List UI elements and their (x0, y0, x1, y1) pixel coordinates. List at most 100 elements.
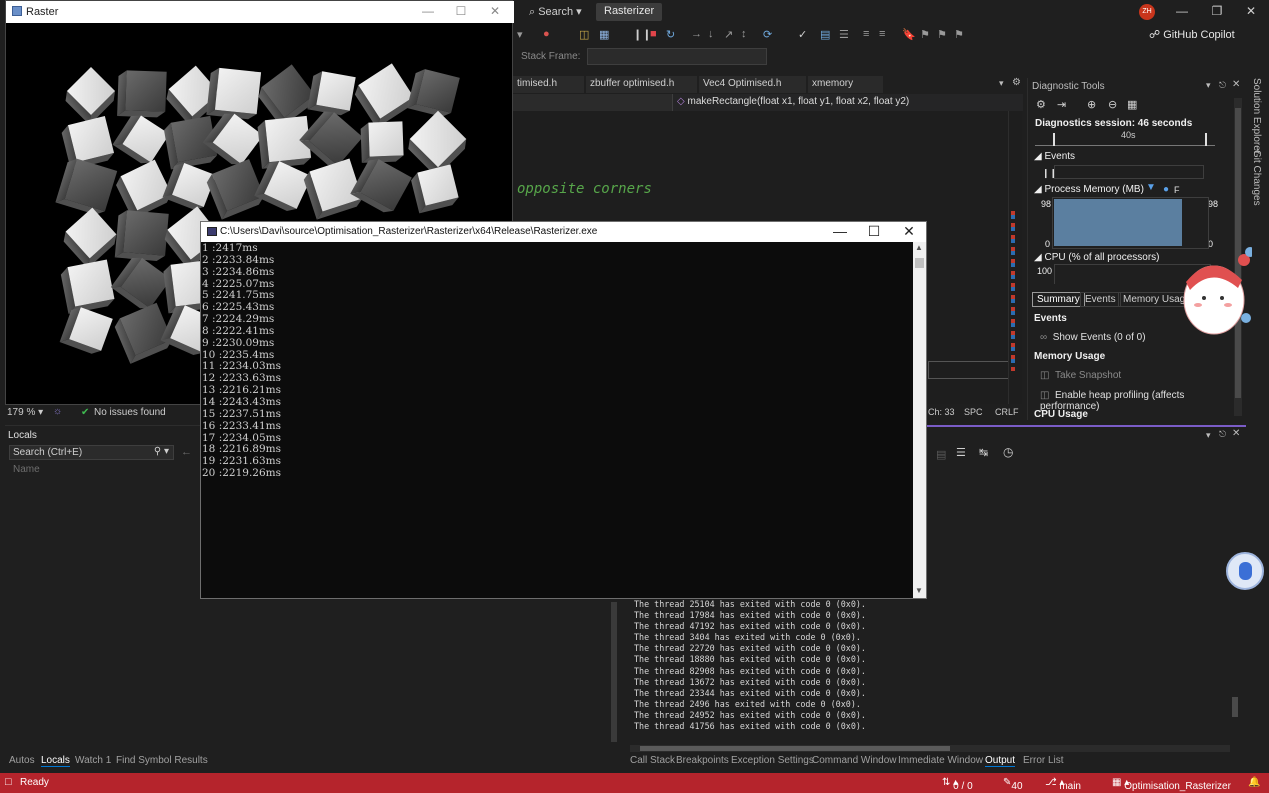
zoom-in-icon[interactable]: ⊕ (1087, 98, 1096, 111)
issues-status[interactable]: No issues found (94, 407, 166, 418)
step-out-icon[interactable]: ↗ (724, 28, 733, 41)
restore-icon[interactable]: ❐ (1202, 4, 1232, 18)
stack-frame-dropdown[interactable] (587, 48, 767, 65)
raster-maximize-icon[interactable]: ☐ (446, 4, 476, 18)
zoom-out-icon[interactable]: ⊖ (1108, 98, 1117, 111)
tab-vec4-optimised-h[interactable]: Vec4 Optimised.h (699, 76, 807, 93)
bookmark-clear-icon[interactable]: ⚑ (954, 28, 964, 41)
find-box[interactable] (928, 361, 1010, 379)
edits-indicator[interactable]: ✎ 40 (1003, 777, 1023, 792)
window-icon[interactable]: ▦ (599, 28, 609, 41)
output-find-icon[interactable]: ▤ (936, 448, 946, 461)
indent-icon[interactable]: ≡ (863, 28, 869, 40)
tab-summary[interactable]: Summary (1032, 292, 1085, 307)
tab-zbuffer-optimised-h[interactable]: zbuffer optimised.h (586, 76, 698, 93)
branch-selector[interactable]: ⎇ main ▴ (1045, 777, 1081, 792)
floating-mouse-widget[interactable] (1226, 552, 1264, 590)
output-dropdown-icon[interactable]: ▾ (1206, 430, 1211, 441)
tab-settings-icon[interactable]: ⚙ (1012, 77, 1021, 88)
output-v-thumb[interactable] (1232, 697, 1238, 717)
step-over-icon[interactable]: → (691, 28, 702, 40)
step-back-icon[interactable]: ↕ (741, 28, 747, 40)
minimize-icon[interactable]: — (1167, 4, 1197, 18)
scroll-down-icon[interactable]: ▼ (915, 586, 923, 595)
timestamp-icon[interactable]: ◷ (1003, 445, 1013, 459)
editor-scrollbar[interactable] (1008, 111, 1022, 406)
process-memory-header[interactable]: ◢ Process Memory (MB) (1034, 184, 1144, 195)
check-icon[interactable]: ✓ (798, 28, 807, 41)
search-icon[interactable]: ⚲ ▾ (154, 446, 169, 457)
console-window[interactable]: C:\Users\Davi\source\Optimisation_Raster… (200, 221, 927, 599)
tab-timised-h[interactable]: timised.h (513, 76, 585, 93)
scroll-thumb[interactable] (611, 602, 617, 742)
tab-xmemory[interactable]: xmemory (808, 76, 884, 93)
tab-command-window[interactable]: Command Window (812, 755, 896, 766)
stop-icon[interactable]: ■ (650, 28, 657, 40)
console-scrollbar[interactable]: ▲ ▼ (913, 242, 926, 598)
solution-explorer-tab[interactable]: Solution Explorer (1251, 78, 1262, 154)
reset-view-icon[interactable]: ▦ (1127, 98, 1137, 111)
tab-autos[interactable]: Autos (9, 755, 35, 766)
solution-selector[interactable]: ▦ Optimisation_Rasterizer ▴ (1112, 777, 1231, 792)
line-ending-indicator[interactable]: CRLF (995, 407, 1019, 417)
output-close-icon[interactable]: ✕ (1232, 428, 1240, 439)
timeline-end-handle[interactable] (1205, 133, 1207, 146)
console-scroll-thumb[interactable] (915, 258, 924, 268)
bookmark-prev-icon[interactable]: ⚑ (920, 28, 930, 41)
locals-search-input[interactable]: Search (Ctrl+E) ⚲ ▾ (9, 445, 174, 460)
tab-watch-1[interactable]: Watch 1 (75, 755, 111, 766)
bookmark-icon[interactable]: 🔖 (902, 28, 916, 41)
zoom-level[interactable]: 179 % ▾ (7, 407, 43, 418)
output-pin-icon[interactable]: ⎋ (1219, 429, 1226, 440)
raster-close-icon[interactable]: ✕ (480, 4, 510, 18)
outdent-icon[interactable]: ≡ (879, 28, 885, 40)
copilot-icon[interactable]: ☼ (53, 406, 62, 417)
tab-exception-settings[interactable]: Exception Settings (731, 755, 814, 766)
avatar[interactable]: ZH (1139, 4, 1155, 20)
events-header[interactable]: ◢ Events (1034, 151, 1075, 162)
raster-minimize-icon[interactable]: — (413, 4, 443, 18)
output-horizontal-scrollbar[interactable] (630, 745, 1230, 752)
attach-icon[interactable]: ● (543, 28, 550, 40)
tab-output[interactable]: Output (985, 755, 1016, 767)
restart-icon[interactable]: ↻ (666, 28, 675, 41)
console-maximize-icon[interactable]: ☐ (857, 223, 891, 240)
member-dropdown[interactable]: ◇ makeRectangle(float x1, float y1, floa… (677, 96, 909, 107)
whitespace-indicator[interactable]: SPC (964, 407, 983, 417)
cpu-header[interactable]: ◢ CPU (% of all processors) (1034, 252, 1160, 263)
timeline[interactable]: 40s (1035, 130, 1215, 146)
tab-immediate-window[interactable]: Immediate Window (898, 755, 983, 766)
close-panel-icon[interactable]: ✕ (1232, 79, 1240, 90)
word-wrap-icon[interactable]: ↹ (979, 446, 988, 459)
close-icon[interactable]: ✕ (1236, 4, 1266, 18)
settings-icon[interactable]: ⚙ (1036, 98, 1046, 111)
name-column-header[interactable]: Name (13, 464, 40, 475)
stack-icon[interactable]: ☰ (839, 28, 849, 41)
output-vertical-scrollbar[interactable] (1228, 467, 1242, 742)
tab-error-list[interactable]: Error List (1023, 755, 1064, 766)
sync-arrows[interactable]: ⇅ 0 / 0 ▴ (942, 777, 973, 792)
back-arrow-icon[interactable]: ← (181, 446, 192, 458)
tab-locals[interactable]: Locals (41, 755, 70, 767)
bookmark-next-icon[interactable]: ⚑ (937, 28, 947, 41)
thread-icon[interactable]: ▤ (820, 28, 830, 41)
tab-overflow-icon[interactable]: ▾ (999, 78, 1004, 89)
folder-icon[interactable]: ◫ (579, 28, 589, 41)
hot-reload-icon[interactable]: ⟳ (763, 28, 772, 41)
output-h-thumb[interactable] (640, 746, 950, 751)
scroll-up-icon[interactable]: ▲ (915, 243, 923, 252)
dropdown-icon[interactable]: ▾ (1206, 80, 1211, 91)
console-minimize-icon[interactable]: — (823, 223, 857, 239)
output-left-scrollbar[interactable] (607, 598, 621, 753)
git-changes-tab[interactable]: Git Changes (1251, 150, 1262, 206)
scope-dropdown[interactable] (513, 94, 673, 111)
filter-icon[interactable]: ▼ (1146, 182, 1156, 193)
export-icon[interactable]: ⇥ (1057, 98, 1066, 111)
clear-all-icon[interactable]: ☰ (956, 446, 966, 459)
take-snapshot-button[interactable]: ◫ Take Snapshot (1040, 370, 1121, 381)
pause-icon[interactable]: ❙❙ (633, 28, 651, 41)
step-into-icon[interactable]: ↓ (708, 28, 714, 40)
column-indicator[interactable]: Ch: 33 (928, 407, 955, 417)
search-button[interactable]: ⌕ Search ▾ (529, 5, 582, 19)
console-titlebar[interactable]: C:\Users\Davi\source\Optimisation_Raster… (201, 222, 926, 242)
